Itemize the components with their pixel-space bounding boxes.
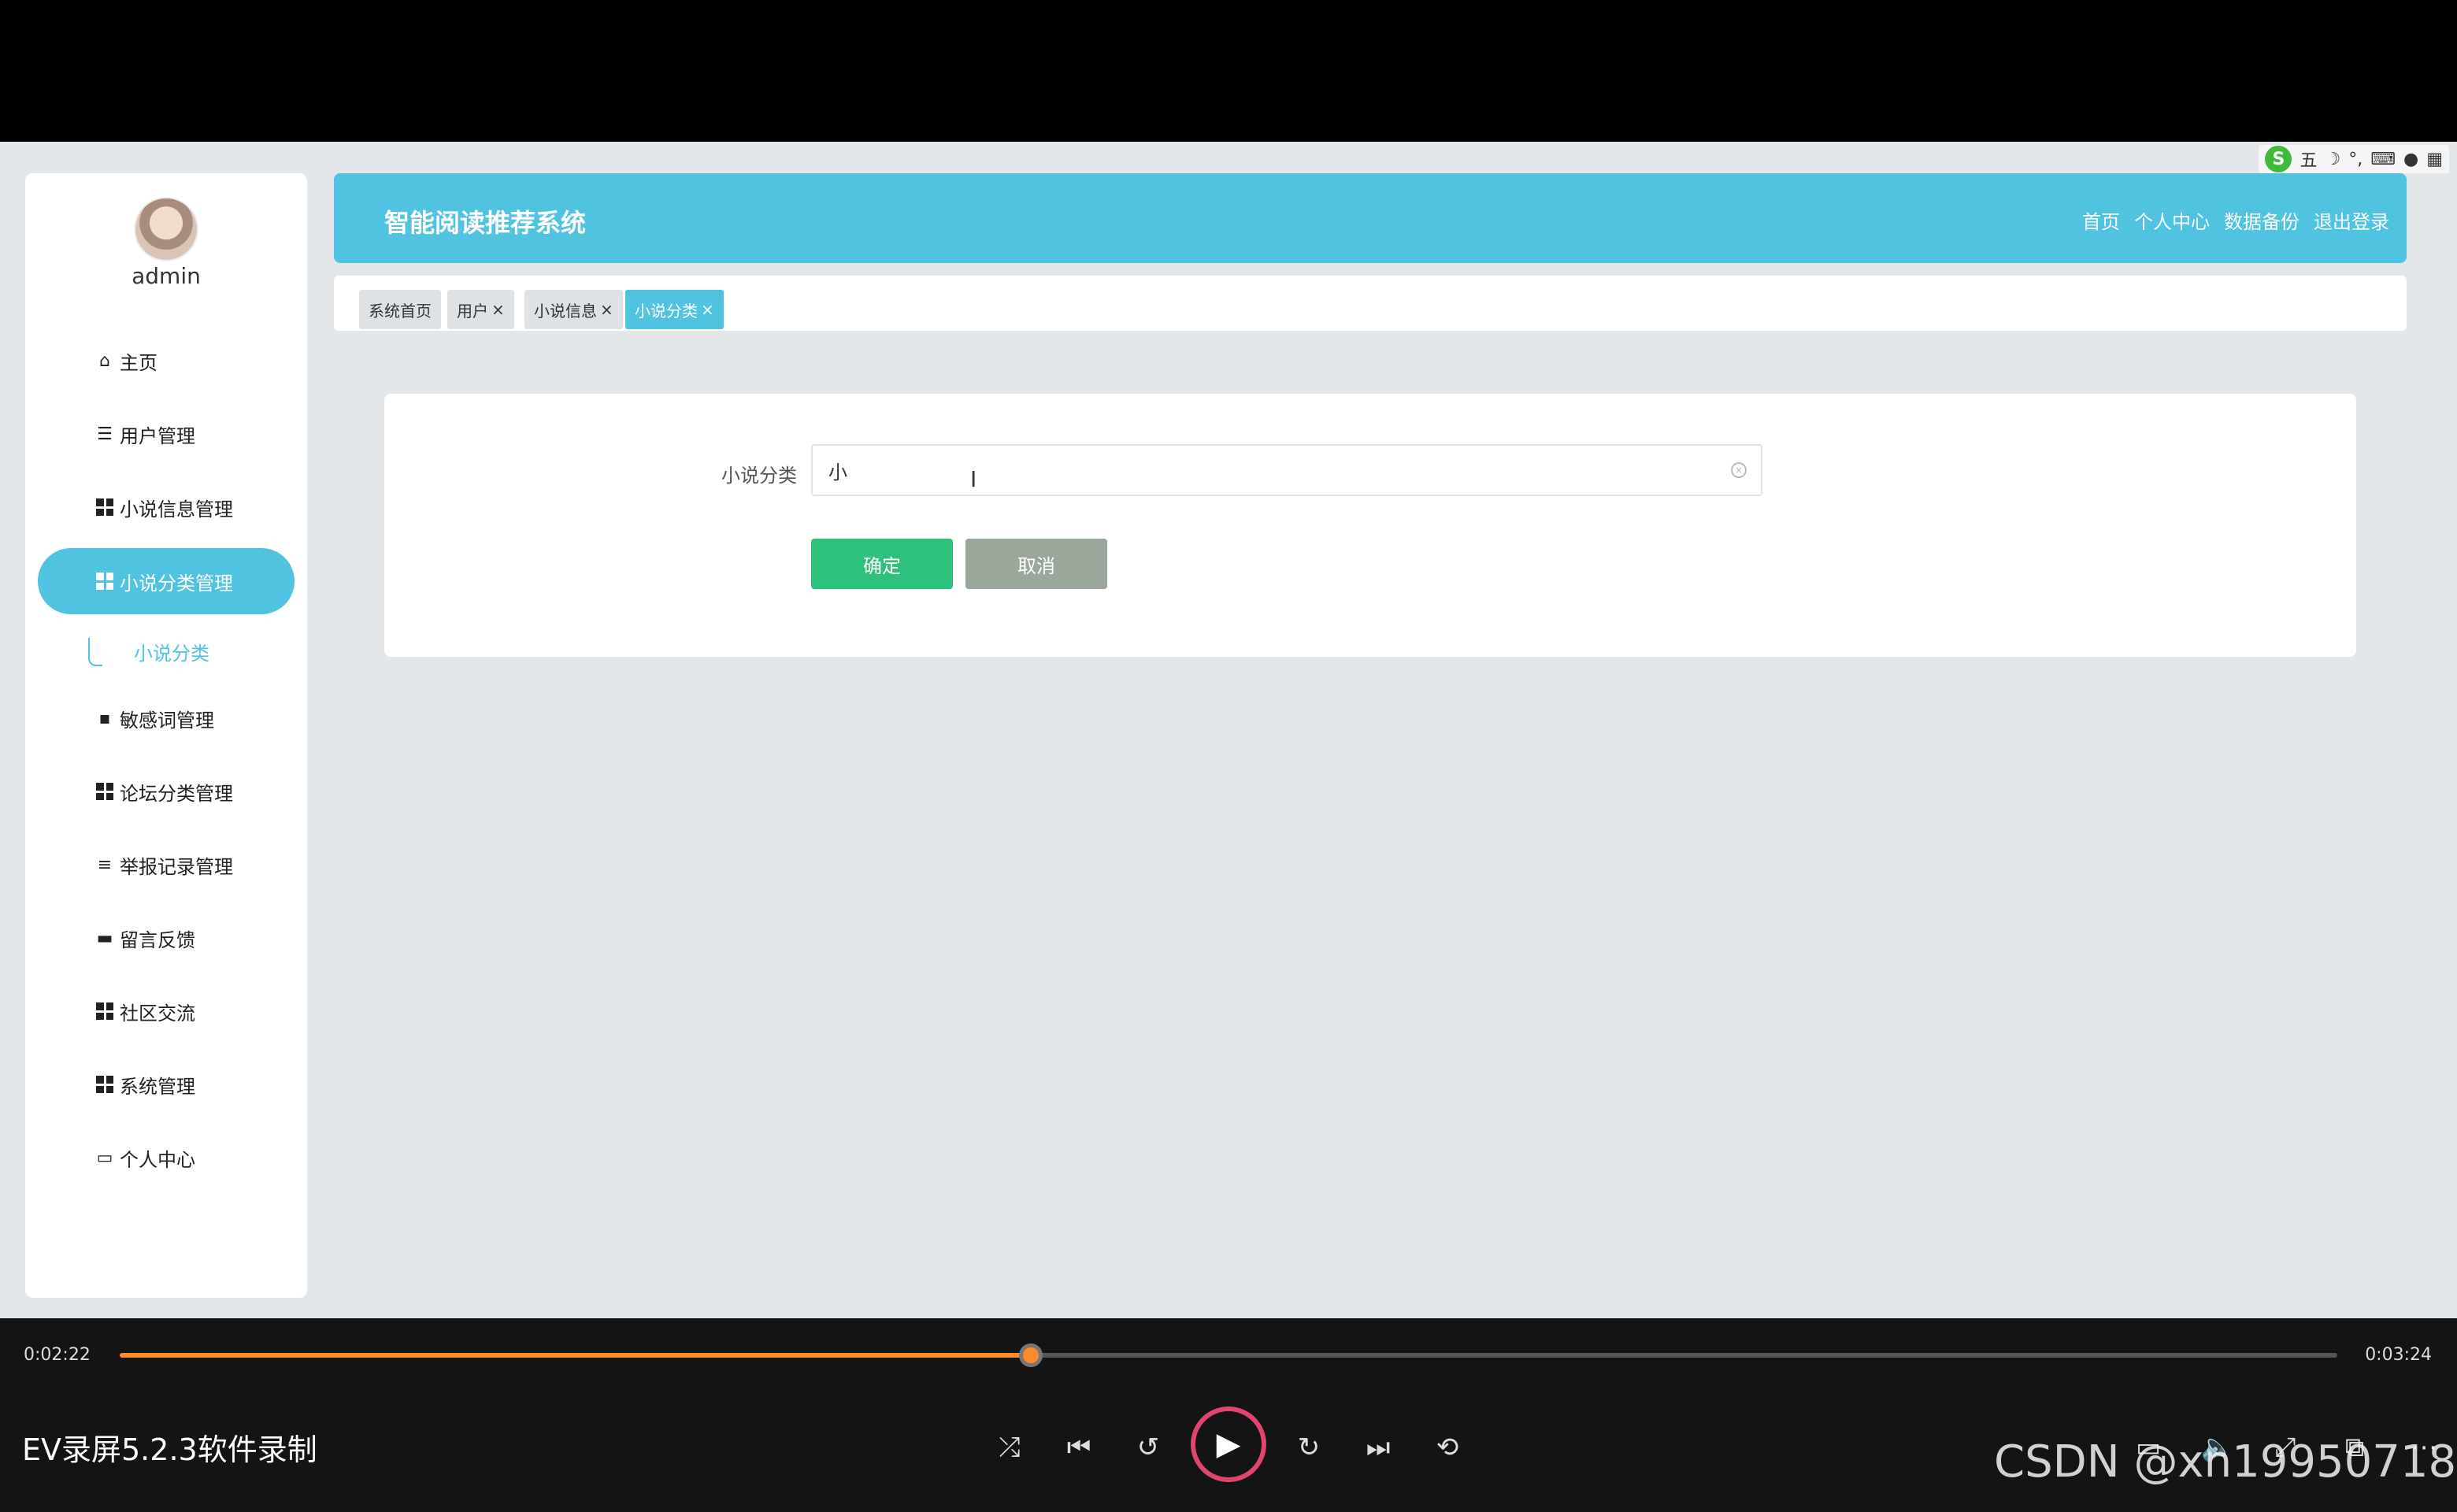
tabs-bar: 系统首页 用户 × 小说信息 × 小说分类 ×: [334, 276, 2407, 331]
play-icon: ▶: [1216, 1426, 1241, 1462]
close-icon[interactable]: ×: [701, 300, 714, 319]
tab-label: 小说信息: [534, 301, 597, 321]
sidebar-item-sensitive-words[interactable]: ▪ 敏感词管理: [38, 685, 295, 751]
app-title: 智能阅读推荐系统: [384, 208, 587, 238]
sidebar-item-label: 留言反馈: [120, 928, 195, 951]
watermark: CSDN @xn19950718: [1994, 1436, 2457, 1488]
nav-home-link[interactable]: 首页: [2082, 206, 2120, 234]
sidebar-item-label: 用户管理: [120, 424, 195, 447]
sidebar-item-forum-category[interactable]: 论坛分类管理: [38, 758, 295, 825]
text-cursor-icon: I: [970, 466, 977, 492]
comment-icon: ▪: [98, 708, 111, 728]
top-black-bar: [0, 0, 2457, 142]
ime-toolbar[interactable]: S 五 ☽ °, ⌨ ● ▦: [2259, 145, 2449, 173]
previous-icon[interactable]: ⏮: [1062, 1430, 1096, 1465]
sidebar-item-feedback[interactable]: ▬ 留言反馈: [38, 905, 295, 971]
grid-icon: [94, 1074, 115, 1095]
repeat-icon[interactable]: ⟲: [1430, 1430, 1465, 1465]
sidebar-item-novel-category[interactable]: 小说分类管理: [38, 548, 295, 614]
sidebar-item-label: 举报记录管理: [120, 855, 233, 878]
sidebar-item-reports[interactable]: ≡ 举报记录管理: [38, 832, 295, 898]
sogou-logo-icon: S: [2265, 146, 2292, 172]
submenu-connector: [88, 638, 102, 666]
tab-users[interactable]: 用户 ×: [447, 290, 514, 329]
cancel-button[interactable]: 取消: [965, 539, 1107, 589]
recorder-label: EV录屏5.2.3软件录制: [22, 1432, 317, 1467]
sidebar-item-label: 系统管理: [120, 1075, 195, 1098]
sidebar-item-label: 个人中心: [120, 1148, 195, 1171]
sidebar-subitem-novel-category[interactable]: 小说分类: [134, 638, 209, 665]
progress-knob[interactable]: [1019, 1343, 1043, 1367]
header-nav: 首页 个人中心 数据备份 退出登录: [2082, 206, 2389, 234]
confirm-button[interactable]: 确定: [811, 539, 953, 589]
punctuation-icon[interactable]: °,: [2348, 150, 2362, 169]
avatar[interactable]: [134, 197, 198, 261]
app-window: admin ⌂ 主页 ☰ 用户管理 小说信息管理 小说分类管理 小说分类 ▪ 敏…: [0, 142, 2457, 1318]
tab-label: 系统首页: [369, 301, 432, 321]
sidebar-item-profile[interactable]: ▭ 个人中心: [38, 1125, 295, 1191]
sidebar-item-label: 社区交流: [120, 1002, 195, 1025]
list-icon: ☰: [97, 424, 113, 444]
moon-icon[interactable]: ☽: [2325, 150, 2341, 169]
sidebar-item-community[interactable]: 社区交流: [38, 978, 295, 1044]
sidebar-item-label: 小说信息管理: [120, 498, 233, 521]
sidebar-item-system[interactable]: 系统管理: [38, 1051, 295, 1117]
sidebar: admin ⌂ 主页 ☰ 用户管理 小说信息管理 小说分类管理 小说分类 ▪ 敏…: [25, 173, 307, 1298]
progress-track[interactable]: [120, 1353, 2337, 1358]
progress-fill: [120, 1353, 1032, 1358]
sidebar-item-novel-info[interactable]: 小说信息管理: [38, 474, 295, 540]
video-player-bar: 0:02:22 0:03:24 EV录屏5.2.3软件录制 ⤮ ⏮ ↺ ▶ ↻ …: [0, 1318, 2457, 1512]
nav-profile-link[interactable]: 个人中心: [2134, 206, 2210, 234]
sidebar-item-home[interactable]: ⌂ 主页: [38, 328, 295, 394]
current-time: 0:02:22: [24, 1345, 91, 1365]
sidebar-item-label: 主页: [120, 351, 158, 374]
shuffle-icon[interactable]: ⤮: [992, 1430, 1027, 1465]
keyboard-icon[interactable]: ⌨: [2370, 150, 2396, 169]
user-icon[interactable]: ●: [2403, 150, 2418, 169]
input-value: 小: [828, 461, 847, 484]
monitor-icon: ▬: [96, 928, 113, 948]
tab-label: 小说分类: [635, 301, 698, 321]
header: 智能阅读推荐系统 首页 个人中心 数据备份 退出登录: [334, 173, 2407, 263]
sliders-icon: ≡: [97, 854, 113, 875]
forward-30-icon[interactable]: ↻: [1292, 1430, 1326, 1465]
username: admin: [132, 263, 201, 289]
nav-logout-link[interactable]: 退出登录: [2314, 206, 2389, 234]
category-field-label: 小说分类: [721, 465, 797, 487]
home-icon: ⌂: [99, 350, 110, 371]
nav-backup-link[interactable]: 数据备份: [2224, 206, 2300, 234]
play-button[interactable]: ▶: [1191, 1406, 1266, 1482]
rewind-10-icon[interactable]: ↺: [1131, 1430, 1166, 1465]
tab-label: 用户: [457, 301, 488, 321]
tab-novel-category[interactable]: 小说分类 ×: [625, 290, 724, 329]
total-time: 0:03:24: [2365, 1345, 2432, 1365]
sidebar-item-users[interactable]: ☰ 用户管理: [38, 401, 295, 467]
sidebar-item-label: 小说分类管理: [120, 572, 233, 595]
grid-icon: [94, 571, 115, 591]
grid-icon: [94, 1001, 115, 1021]
apps-icon[interactable]: ▦: [2426, 150, 2443, 169]
category-input[interactable]: 小 ×: [811, 444, 1762, 496]
card-icon: ▭: [96, 1147, 113, 1168]
ime-mode[interactable]: 五: [2300, 146, 2317, 172]
form-card: 小说分类 小 × I 确定 取消: [384, 394, 2356, 657]
sidebar-item-label: 敏感词管理: [120, 709, 214, 732]
grid-icon: [94, 781, 115, 802]
tab-novel-info[interactable]: 小说信息 ×: [524, 290, 623, 329]
tab-system-home[interactable]: 系统首页: [359, 290, 441, 329]
close-icon[interactable]: ×: [600, 300, 613, 319]
next-icon[interactable]: ⏭: [1361, 1430, 1395, 1465]
grid-icon: [94, 497, 115, 517]
sidebar-item-label: 论坛分类管理: [120, 782, 233, 805]
clear-icon[interactable]: ×: [1731, 462, 1747, 478]
close-icon[interactable]: ×: [491, 300, 505, 319]
